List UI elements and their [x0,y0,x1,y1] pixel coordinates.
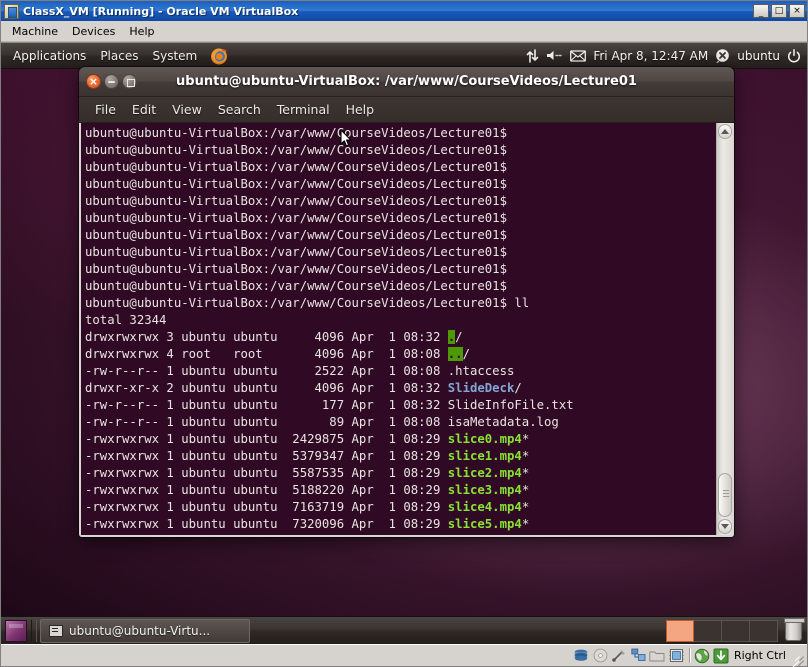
user-status-icon[interactable] [715,48,730,63]
scrollbar-thumb[interactable] [718,473,732,517]
terminal-prompt-line: ubuntu@ubuntu-VirtualBox:/var/www/Course… [85,194,507,208]
terminal-prompt-line: ubuntu@ubuntu-VirtualBox:/var/www/Course… [85,160,507,174]
virtualbox-icon [4,3,19,19]
terminal-titlebar[interactable]: ubuntu@ubuntu-VirtualBox: /var/www/Cours… [79,67,734,97]
menu-machine[interactable]: Machine [5,23,65,40]
menu-places[interactable]: Places [94,46,144,66]
terminal-menu-view[interactable]: View [164,100,210,119]
terminal-prompt-line: ubuntu@ubuntu-VirtualBox:/var/www/Course… [85,228,507,242]
terminal-menu-terminal[interactable]: Terminal [269,100,338,119]
workspace-switcher[interactable] [666,619,778,642]
terminal-menu-help[interactable]: Help [338,100,383,119]
terminal-command-line: ubuntu@ubuntu-VirtualBox:/var/www/Course… [85,296,530,310]
terminal-prompt-line: ubuntu@ubuntu-VirtualBox:/var/www/Course… [85,211,507,225]
terminal-prompt-line: ubuntu@ubuntu-VirtualBox:/var/www/Course… [85,533,716,535]
terminal-maximize-button[interactable] [122,74,137,89]
terminal-prompt-line: ubuntu@ubuntu-VirtualBox:/var/www/Course… [85,177,507,191]
resize-grip[interactable] [792,649,805,662]
hard-disk-icon[interactable] [573,648,590,664]
terminal-listing-row: drwxrwxrwx 3 ubuntu ubuntu 4096 Apr 1 08… [85,330,463,344]
workspace-3[interactable] [722,619,750,642]
terminal-prompt-line: ubuntu@ubuntu-VirtualBox:/var/www/Course… [85,143,507,157]
terminal-listing-row: -rw-r--r-- 1 ubuntu ubuntu 177 Apr 1 08:… [85,398,574,412]
terminal-close-button[interactable] [86,74,101,89]
gnome-panel-menus: Applications Places System [1,46,229,66]
virtualbox-window: ClassX_VM [Running] - Oracle VM VirtualB… [0,0,808,667]
close-button[interactable]: × [789,4,805,18]
terminal-menu-edit[interactable]: Edit [124,100,164,119]
vm-guest-screen[interactable]: Applications Places System Fri Apr 8, 12… [1,42,807,644]
network-icon[interactable] [630,648,647,664]
terminal-prompt-line: ubuntu@ubuntu-VirtualBox:/var/www/Course… [85,126,507,140]
minimize-glyph: _ [758,8,764,18]
statusbar-divider [688,648,690,663]
terminal-total-line: total 32344 [85,313,167,327]
cd-dvd-icon[interactable] [592,648,609,664]
terminal-title: ubuntu@ubuntu-VirtualBox: /var/www/Cours… [176,74,637,89]
minimize-button[interactable]: _ [753,4,769,18]
scroll-up-arrow-icon[interactable] [718,124,732,139]
display-icon[interactable] [668,648,685,664]
virtualbox-title: ClassX_VM [Running] - Oracle VM VirtualB… [23,4,299,18]
terminal-listing-row: -rwxrwxrwx 1 ubuntu ubuntu 5587535 Apr 1… [85,466,530,480]
network-icon[interactable] [526,48,539,63]
panel-divider [31,619,37,642]
vm-globe-icon[interactable] [694,648,711,664]
mail-icon[interactable] [570,49,587,62]
terminal-body: ubuntu@ubuntu-VirtualBox:/var/www/Course… [79,123,734,537]
terminal-prompt-line: ubuntu@ubuntu-VirtualBox:/var/www/Course… [85,245,507,259]
menu-help[interactable]: Help [122,23,161,40]
close-glyph: × [793,6,801,16]
terminal-listing-row: -rwxrwxrwx 1 ubuntu ubuntu 5379347 Apr 1… [85,449,530,463]
window-list: ubuntu@ubuntu-Virtu... [40,618,666,643]
taskbar-item-label: ubuntu@ubuntu-Virtu... [69,623,211,638]
terminal-scrollbar[interactable] [716,123,732,535]
maximize-button[interactable]: □ [771,4,787,18]
terminal-listing-row: -rwxrwxrwx 1 ubuntu ubuntu 7163719 Apr 1… [85,500,530,514]
menu-system[interactable]: System [146,46,203,66]
show-desktop-icon[interactable] [5,619,27,642]
terminal-listing-row: -rwxrwxrwx 1 ubuntu ubuntu 7320096 Apr 1… [85,517,530,531]
shared-folder-icon[interactable] [649,648,666,664]
gnome-panel-indicators: Fri Apr 8, 12:47 AM ubuntu [526,48,807,63]
virtualbox-titlebar[interactable]: ClassX_VM [Running] - Oracle VM VirtualB… [1,1,807,21]
host-key-icon[interactable] [713,648,730,664]
terminal-window[interactable]: ubuntu@ubuntu-VirtualBox: /var/www/Cours… [79,67,734,537]
workspace-4[interactable] [750,619,778,642]
taskbar-item-terminal[interactable]: ubuntu@ubuntu-Virtu... [40,618,250,643]
host-key-label: Right Ctrl [733,649,786,662]
terminal-listing-row: -rwxrwxrwx 1 ubuntu ubuntu 5188220 Apr 1… [85,483,530,497]
firefox-icon[interactable] [209,46,229,66]
user-name[interactable]: ubuntu [737,49,780,63]
terminal-listing-row: -rw-r--r-- 1 ubuntu ubuntu 2522 Apr 1 08… [85,364,515,378]
scroll-down-arrow-icon[interactable] [718,519,732,534]
terminal-prompt-line: ubuntu@ubuntu-VirtualBox:/var/www/Course… [85,279,507,293]
terminal-prompt-line: ubuntu@ubuntu-VirtualBox:/var/www/Course… [85,262,507,276]
power-icon[interactable] [787,48,801,63]
maximize-glyph: □ [774,6,784,16]
terminal-listing-row: drwxr-xr-x 2 ubuntu ubuntu 4096 Apr 1 08… [85,381,522,395]
clock[interactable]: Fri Apr 8, 12:47 AM [593,49,708,63]
virtualbox-statusbar: Right Ctrl [1,644,807,666]
workspace-1[interactable] [666,619,694,642]
trash-icon[interactable] [784,618,805,641]
terminal-icon [49,624,63,637]
terminal-listing-row: drwxrwxrwx 4 root root 4096 Apr 1 08:08 … [85,347,470,361]
workspace-2[interactable] [694,619,722,642]
terminal-menubar: File Edit View Search Terminal Help [79,97,734,123]
volume-icon[interactable] [546,49,563,62]
terminal-minimize-button[interactable] [104,74,119,89]
gnome-bottom-panel: ubuntu@ubuntu-Virtu... [1,616,807,644]
terminal-listing-row: -rwxrwxrwx 1 ubuntu ubuntu 2429875 Apr 1… [85,432,530,446]
menu-applications[interactable]: Applications [7,46,92,66]
usb-icon[interactable] [611,648,628,664]
gnome-top-panel: Applications Places System Fri Apr 8, 12… [1,43,807,69]
terminal-menu-search[interactable]: Search [210,100,269,119]
terminal-menu-file[interactable]: File [87,100,124,119]
terminal-screen[interactable]: ubuntu@ubuntu-VirtualBox:/var/www/Course… [81,123,716,535]
virtualbox-menubar: Machine Devices Help [1,21,807,42]
menu-devices[interactable]: Devices [65,23,122,40]
terminal-listing-row: -rw-r--r-- 1 ubuntu ubuntu 89 Apr 1 08:0… [85,415,559,429]
